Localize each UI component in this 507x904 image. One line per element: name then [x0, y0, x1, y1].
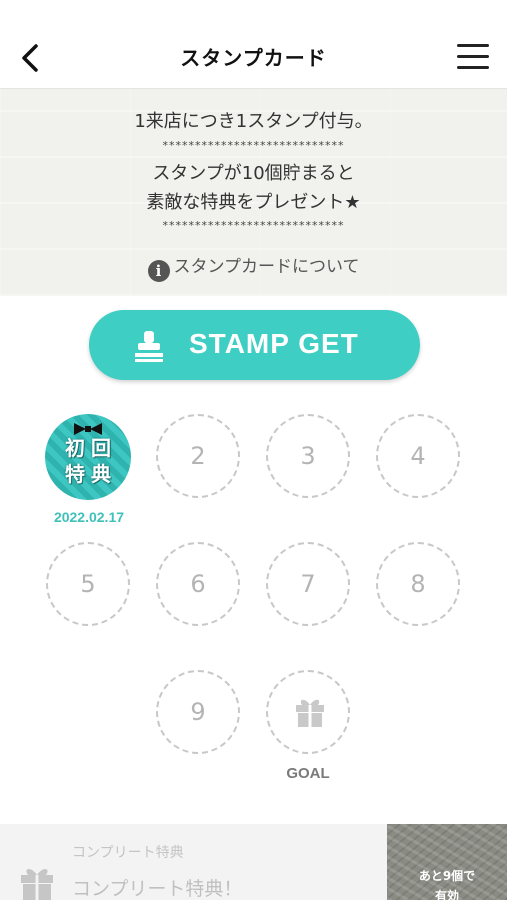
info-line-3: 素敵な特典をプレゼント★ — [146, 192, 361, 213]
gift-icon — [21, 868, 53, 900]
stamp-slot-9: 9 — [156, 670, 240, 754]
stamp-slot-6: 6 — [156, 542, 240, 626]
bow-tie-icon — [74, 423, 102, 435]
stamp-slot-goal — [266, 670, 350, 754]
stamp-char: 特 — [65, 462, 85, 486]
stamp-icon — [135, 331, 163, 362]
hamburger-menu-icon[interactable] — [457, 44, 489, 70]
info-line-2: スタンプが10個貯まると — [152, 163, 355, 184]
complete-title: コンプリート特典！ — [72, 878, 243, 900]
remaining-badge: あと9個で 有効 — [387, 824, 507, 903]
stamp-slot-4: 4 — [376, 414, 460, 498]
complete-reward-card[interactable]: コンプリート特典 コンプリート特典！ あと9個で 有効 — [0, 824, 507, 903]
about-stampcard-link[interactable]: i スタンプカードについて — [0, 252, 507, 282]
gift-icon — [296, 699, 324, 727]
about-stampcard-label: スタンプカードについて — [173, 257, 360, 277]
stamp-get-label: STAMP GET — [189, 328, 359, 359]
info-stars-2: **************************** — [162, 219, 345, 232]
stamp-date: 2022.02.17 — [53, 509, 125, 525]
complete-caption: コンプリート特典 — [72, 845, 184, 861]
page-title: スタンプカード — [180, 46, 327, 70]
info-stars-1: **************************** — [162, 139, 345, 152]
remaining-line-1: あと9個で — [418, 869, 476, 883]
info-panel: 1来店につき1スタンプ付与。 *************************… — [0, 89, 507, 296]
stamp-slot-7: 7 — [266, 542, 350, 626]
app-header: スタンプカード — [0, 0, 507, 89]
stamp-slot-3: 3 — [266, 414, 350, 498]
info-line-1: 1来店につき1スタンプ付与。 — [134, 111, 373, 132]
stamp-char: 初 — [65, 436, 85, 460]
stamp-get-button[interactable]: STAMP GET — [89, 310, 420, 380]
stamp-char: 回 — [91, 436, 111, 460]
stamp-slot-2: 2 — [156, 414, 240, 498]
stamp-slot-8: 8 — [376, 542, 460, 626]
info-icon: i — [147, 260, 170, 282]
goal-label: GOAL — [286, 765, 330, 782]
stamp-char: 典 — [91, 462, 111, 486]
stamp-slot-5: 5 — [46, 542, 130, 626]
stamp-slot-1-stamped: 初 回 特 典 — [45, 414, 131, 500]
remaining-line-2: 有効 — [434, 889, 459, 903]
